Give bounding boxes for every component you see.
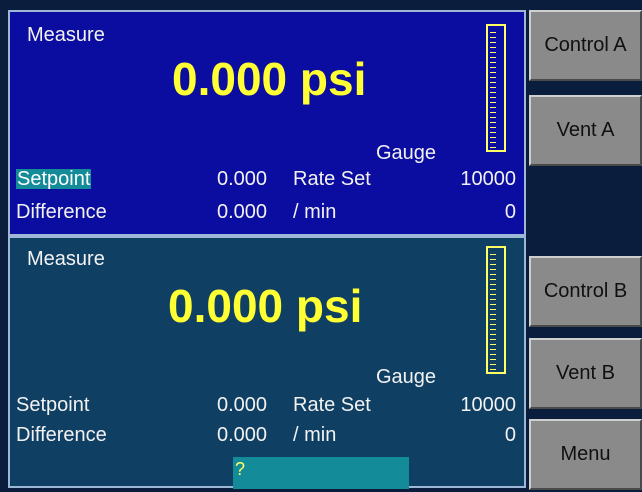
menu-button[interactable]: Menu [529,419,642,490]
channel-a-setpoint-label[interactable]: Setpoint [16,169,92,189]
channel-a-setpoint-value: 0.000 [217,168,268,190]
vent-a-button[interactable]: Vent A [529,95,642,166]
channel-a-per-min-value: 0 [504,201,516,223]
control-a-button[interactable]: Control A [529,10,642,81]
channel-b-rate-value: 10000 [460,394,516,416]
channel-a-title: Measure [27,24,105,46]
channel-b-reading: 0.000 psi [168,280,363,332]
channel-a-mode: Gauge [376,142,437,164]
channel-b-mode: Gauge [376,366,437,388]
channel-a-per-min-label: / min [293,201,337,223]
channel-b-setpoint-label[interactable]: Setpoint [16,395,89,415]
channel-b-difference-value: 0.000 [217,424,268,446]
channel-b-panel: Measure 0.000 psi Gauge Setpoint 0.000 R… [8,236,526,488]
channel-b-gauge-ticks [490,250,496,370]
channel-b-title: Measure [27,248,105,270]
channel-b-per-min-value: 0 [504,424,516,446]
help-prompt-text: ? [235,459,246,479]
channel-b-rate-label: Rate Set [293,394,371,416]
channel-a-rate-value: 10000 [460,168,516,190]
channel-b-gauge-bar [486,246,506,374]
channel-a-gauge-bar [486,24,506,152]
channel-b-setpoint-value: 0.000 [217,394,268,416]
channel-a-rate-label: Rate Set [293,168,371,190]
control-b-button[interactable]: Control B [529,256,642,327]
help-prompt-box[interactable]: ? [233,457,409,489]
channel-b-per-min-label: / min [293,424,337,446]
channel-a-gauge-ticks [490,28,496,148]
channel-a-difference-label: Difference [16,201,107,223]
channel-a-panel: Measure 0.000 psi Gauge Setpoint 0.000 R… [8,10,526,236]
channel-a-reading: 0.000 psi [172,53,367,105]
channel-b-difference-label: Difference [16,424,107,446]
vent-b-button[interactable]: Vent B [529,338,642,409]
channel-a-difference-value: 0.000 [217,201,268,223]
